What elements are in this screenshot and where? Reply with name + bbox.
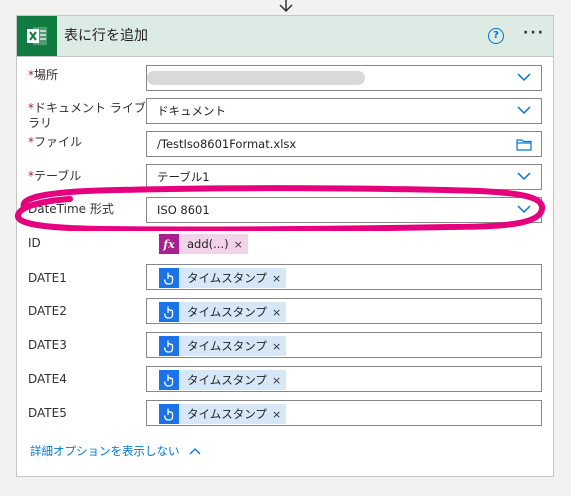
touch-trigger-icon: [159, 302, 179, 322]
flow-arrow-icon: [277, 0, 295, 14]
remove-token-icon[interactable]: ×: [272, 272, 281, 285]
id-label: ID: [28, 236, 41, 250]
chevron-down-icon[interactable]: [517, 105, 531, 115]
advanced-options-label: 詳細オプションを表示しない: [30, 444, 180, 458]
remove-token-icon[interactable]: ×: [272, 340, 281, 353]
date3-input[interactable]: タイムスタンプ ×: [146, 332, 542, 358]
touch-trigger-icon: [159, 268, 179, 288]
remove-token-icon[interactable]: ×: [272, 408, 281, 421]
remove-token-icon[interactable]: ×: [272, 374, 281, 387]
date5-label: DATE5: [28, 406, 67, 420]
chevron-up-icon: [189, 448, 200, 455]
fx-icon: fx: [159, 234, 179, 254]
action-card: 表に行を追加 ? ··· *場所 *ドキュメント ライブラリ ドキュメント *フ…: [16, 15, 554, 477]
file-input[interactable]: /TestIso8601Format.xlsx: [146, 131, 542, 157]
token-label: タイムスタンプ: [187, 407, 267, 421]
excel-icon: [17, 16, 57, 56]
id-input[interactable]: fx add(...) ×: [146, 230, 542, 256]
date5-input[interactable]: タイムスタンプ ×: [146, 400, 542, 426]
date4-label: DATE4: [28, 372, 67, 386]
doc-library-value: ドキュメント: [157, 104, 226, 118]
remove-token-icon[interactable]: ×: [234, 238, 243, 251]
doc-library-label: *ドキュメント ライブラリ: [28, 101, 146, 130]
expression-token[interactable]: fx add(...) ×: [159, 234, 248, 254]
date4-input[interactable]: タイムスタンプ ×: [146, 366, 542, 392]
location-value-redacted: [147, 71, 365, 85]
date1-input[interactable]: タイムスタンプ ×: [146, 264, 542, 290]
chevron-down-icon[interactable]: [517, 171, 531, 181]
token-label: add(...): [187, 237, 229, 251]
date2-input[interactable]: タイムスタンプ ×: [146, 298, 542, 324]
timestamp-token[interactable]: タイムスタンプ ×: [159, 302, 287, 322]
date3-label: DATE3: [28, 338, 67, 352]
token-label: タイムスタンプ: [187, 339, 267, 353]
file-label: *ファイル: [28, 135, 83, 149]
more-icon[interactable]: ···: [521, 26, 547, 46]
remove-token-icon[interactable]: ×: [272, 306, 281, 319]
card-title: 表に行を追加: [64, 28, 148, 44]
location-dropdown[interactable]: [146, 65, 542, 91]
table-label: *テーブル: [28, 169, 82, 183]
chevron-down-icon[interactable]: [517, 72, 531, 82]
touch-trigger-icon: [159, 336, 179, 356]
touch-trigger-icon: [159, 404, 179, 424]
location-label: *場所: [28, 68, 59, 82]
doc-library-dropdown[interactable]: ドキュメント: [146, 98, 542, 124]
token-label: タイムスタンプ: [187, 305, 267, 319]
hide-advanced-options-link[interactable]: 詳細オプションを表示しない: [30, 443, 202, 459]
date2-label: DATE2: [28, 304, 67, 318]
file-value: /TestIso8601Format.xlsx: [157, 137, 297, 151]
timestamp-token[interactable]: タイムスタンプ ×: [159, 336, 287, 356]
question-icon[interactable]: ?: [488, 28, 504, 44]
timestamp-token[interactable]: タイムスタンプ ×: [159, 268, 287, 288]
folder-icon[interactable]: [516, 138, 532, 151]
touch-trigger-icon: [159, 370, 179, 390]
timestamp-token[interactable]: タイムスタンプ ×: [159, 370, 287, 390]
date1-label: DATE1: [28, 271, 67, 285]
timestamp-token[interactable]: タイムスタンプ ×: [159, 404, 287, 424]
token-label: タイムスタンプ: [187, 271, 267, 285]
card-header[interactable]: 表に行を追加 ? ···: [17, 16, 553, 57]
token-label: タイムスタンプ: [187, 373, 267, 387]
highlight-annotation: [15, 185, 545, 231]
